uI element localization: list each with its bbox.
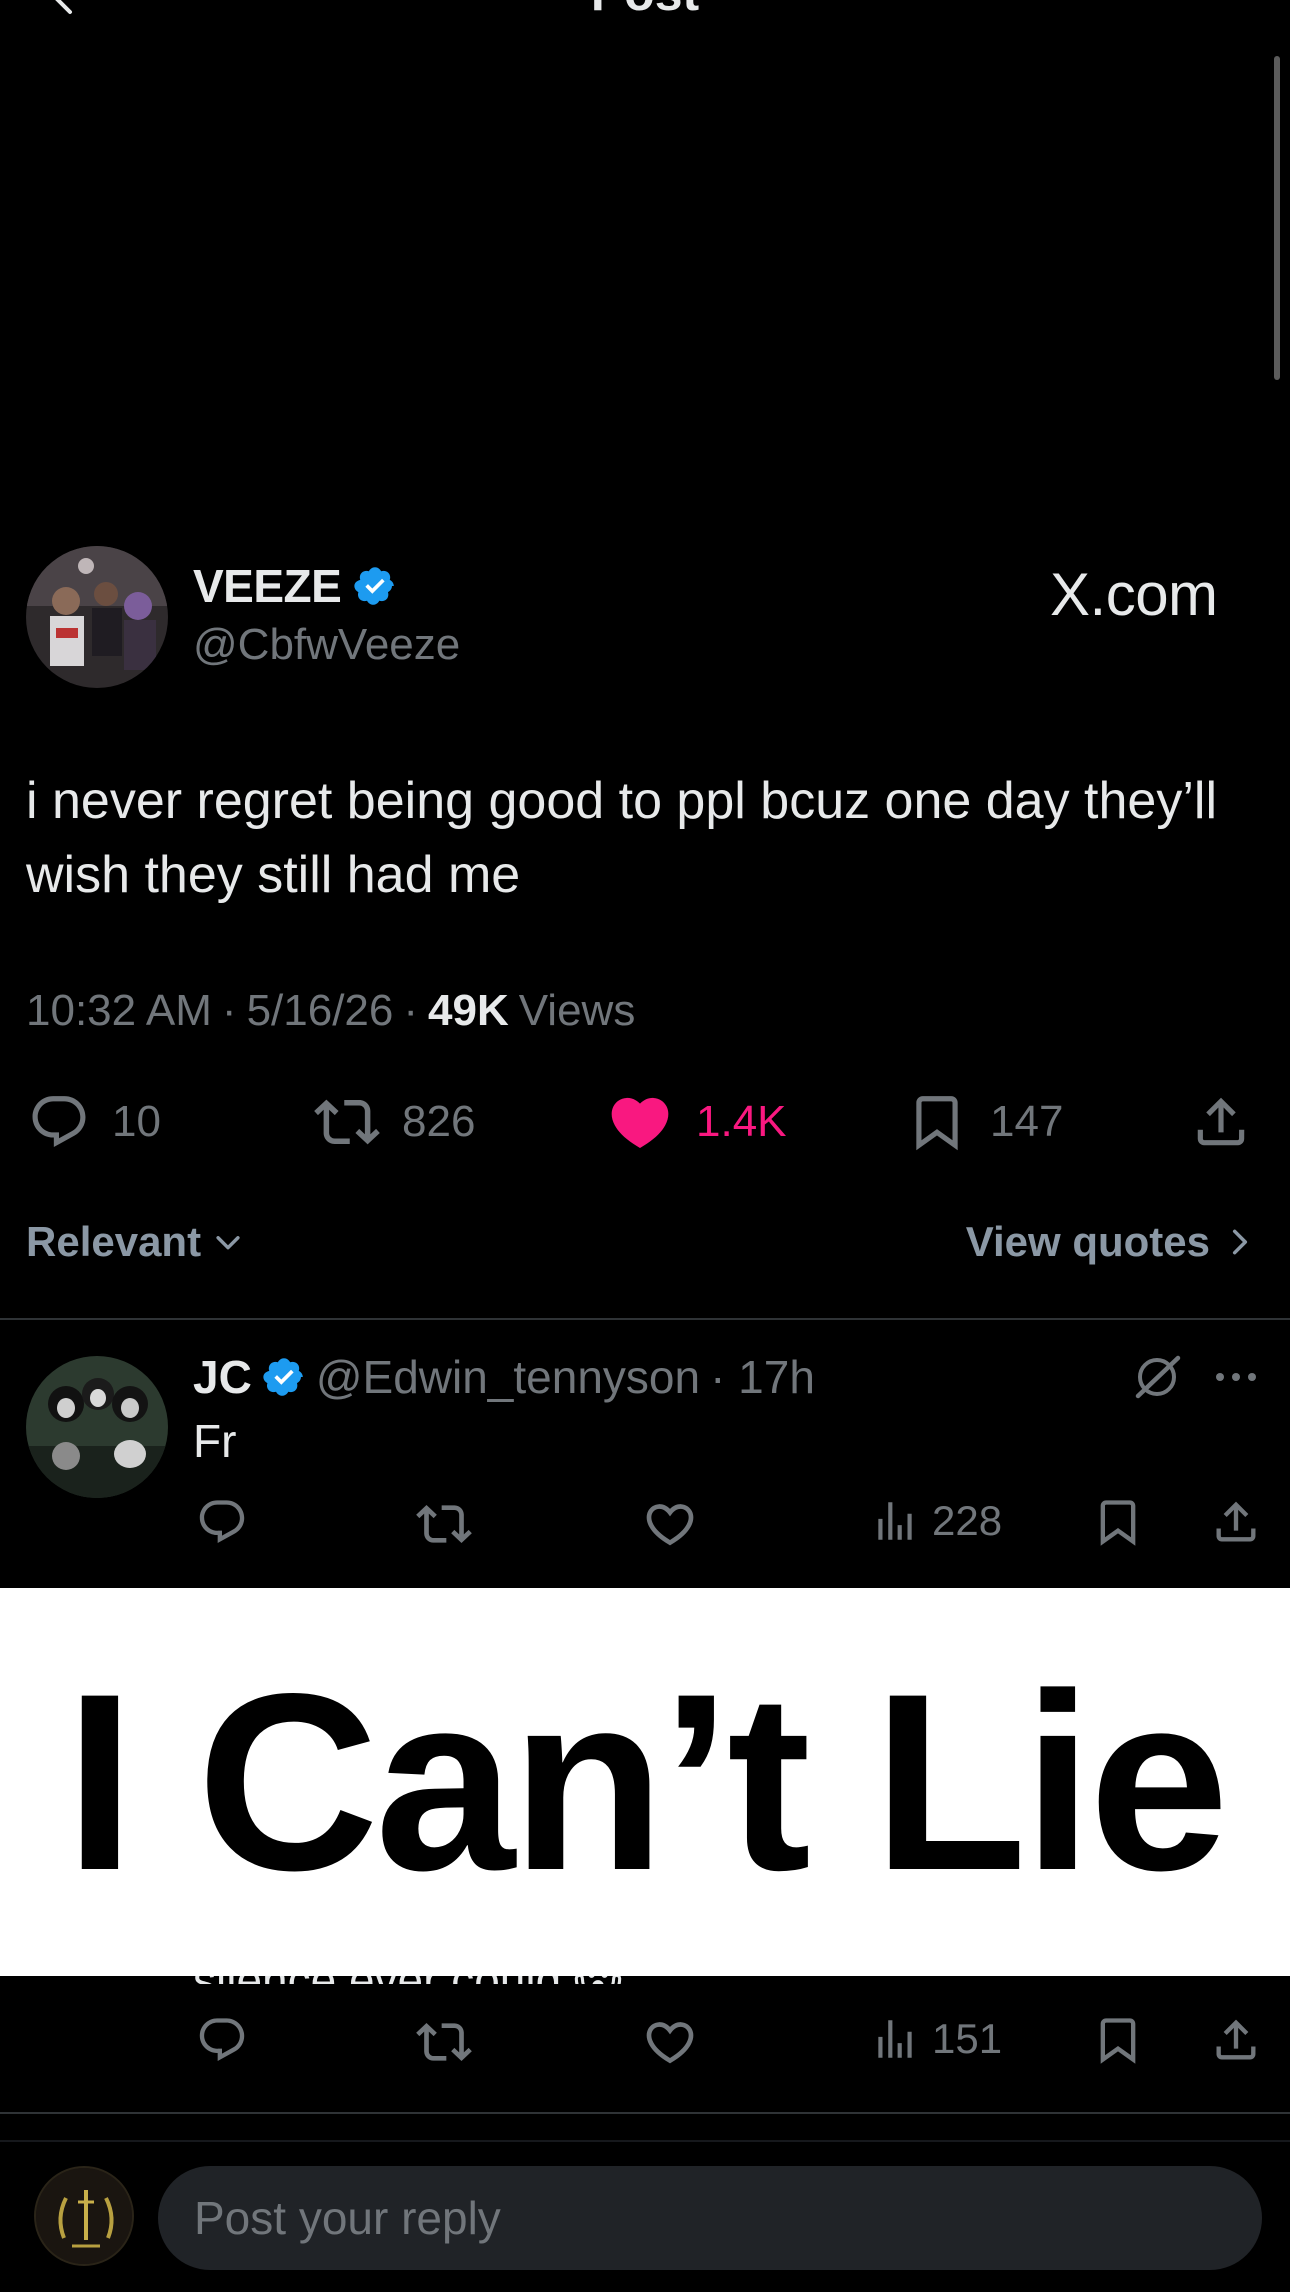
author-row: VEEZE xyxy=(193,558,397,614)
reply-author-handle[interactable]: @Edwin_tennyson xyxy=(316,1350,700,1404)
verified-icon[interactable] xyxy=(262,1355,306,1399)
reply-time: · 17h xyxy=(710,1351,815,1403)
like-count: 1.4K xyxy=(696,1097,787,1146)
bookmark-count: 147 xyxy=(990,1097,1064,1146)
bookmark-icon xyxy=(1092,2014,1144,2066)
author-handle[interactable]: @CbfwVeeze xyxy=(193,620,460,670)
meme-text: I Can’t Lie xyxy=(64,1641,1229,1923)
sort-dropdown[interactable]: Relevant xyxy=(26,1218,245,1266)
reply-header: JC @Edwin_tennyson · 17h xyxy=(193,1348,815,1406)
reply-count: 10 xyxy=(112,1097,161,1146)
reply-input[interactable]: Post your reply xyxy=(158,2166,1262,2270)
reply-like-button[interactable] xyxy=(642,1496,698,1552)
sort-label: Relevant xyxy=(26,1218,202,1265)
views-label[interactable]: Views xyxy=(519,986,636,1036)
share-icon xyxy=(1190,1091,1252,1153)
author-name[interactable]: VEEZE xyxy=(193,559,342,613)
reply-icon xyxy=(28,1091,90,1153)
bookmark-icon xyxy=(1092,1496,1144,1548)
reply-text: Fr xyxy=(193,1415,237,1467)
reply-button[interactable]: 10 xyxy=(28,1090,161,1154)
reply-views-count: 228 xyxy=(932,1497,1003,1544)
heart-icon xyxy=(606,1088,674,1156)
watermark-text: X.com xyxy=(1050,561,1218,628)
page-title: Post xyxy=(0,0,1290,22)
author-avatar[interactable] xyxy=(26,546,168,688)
reply-share-button[interactable] xyxy=(1210,2014,1262,2066)
share-button[interactable] xyxy=(1190,1090,1252,1154)
bookmark-icon xyxy=(906,1091,968,1153)
reply-icon xyxy=(196,2014,248,2066)
repost-icon xyxy=(416,1496,472,1552)
post-time: 10:32 AM xyxy=(26,986,212,1035)
divider xyxy=(0,1318,1290,1320)
views-icon xyxy=(870,2014,920,2064)
reply-share-button[interactable] xyxy=(1210,1496,1262,1548)
repost-count: 826 xyxy=(402,1097,476,1146)
heart-icon xyxy=(642,1496,698,1552)
views-count[interactable]: 49K xyxy=(428,986,509,1036)
chevron-right-icon xyxy=(1224,1226,1256,1258)
reply-views-button[interactable]: 228 xyxy=(870,1496,1002,1546)
reply-avatar[interactable] xyxy=(26,1356,168,1498)
heart-icon xyxy=(642,2014,698,2070)
reply-author-name[interactable]: JC xyxy=(193,1350,252,1404)
reply-reply-button[interactable] xyxy=(196,1496,248,1548)
post-date: 5/16/26 xyxy=(246,986,394,1035)
reply-repost-button[interactable] xyxy=(416,1496,472,1552)
reply-reply-button[interactable] xyxy=(196,2014,248,2066)
chevron-down-icon xyxy=(211,1225,245,1259)
reply-like-button[interactable] xyxy=(642,2014,698,2070)
repost-button[interactable]: 826 xyxy=(314,1090,475,1154)
meta-separator: · xyxy=(221,986,237,1035)
divider xyxy=(0,2112,1290,2114)
composer-divider xyxy=(0,2140,1290,2142)
view-quotes-link[interactable]: View quotes xyxy=(966,1218,1256,1266)
bookmark-button[interactable]: 147 xyxy=(906,1090,1063,1154)
scrollbar[interactable] xyxy=(1274,56,1280,380)
user-avatar[interactable] xyxy=(34,2166,134,2266)
meta-separator: · xyxy=(403,986,419,1035)
share-icon xyxy=(1210,2014,1262,2066)
share-icon xyxy=(1210,1496,1262,1548)
x-com-watermark: X.com xyxy=(1050,560,1218,629)
meme-caption-overlay: I Can’t Lie xyxy=(0,1588,1290,1976)
views-icon xyxy=(870,1496,920,1546)
grok-icon[interactable] xyxy=(1130,1350,1184,1404)
reply-repost-button[interactable] xyxy=(416,2014,472,2070)
repost-icon xyxy=(314,1089,380,1155)
reply-views-count: 151 xyxy=(932,2015,1003,2062)
reply-bookmark-button[interactable] xyxy=(1092,2014,1144,2066)
view-quotes-label: View quotes xyxy=(965,1218,1210,1265)
reply-bookmark-button[interactable] xyxy=(1092,1496,1144,1548)
post-meta: 10:32 AM · 5/16/26 · 49K Views xyxy=(26,986,635,1036)
post-text: i never regret being good to ppl bcuz on… xyxy=(26,772,1217,904)
verified-icon[interactable] xyxy=(353,564,397,608)
reply-views-button[interactable]: 151 xyxy=(870,2014,1002,2064)
repost-icon xyxy=(416,2014,472,2070)
like-button[interactable]: 1.4K xyxy=(606,1090,787,1154)
more-icon[interactable] xyxy=(1212,1362,1260,1392)
reply-icon xyxy=(196,1496,248,1548)
reply-input-placeholder: Post your reply xyxy=(194,2192,501,2244)
